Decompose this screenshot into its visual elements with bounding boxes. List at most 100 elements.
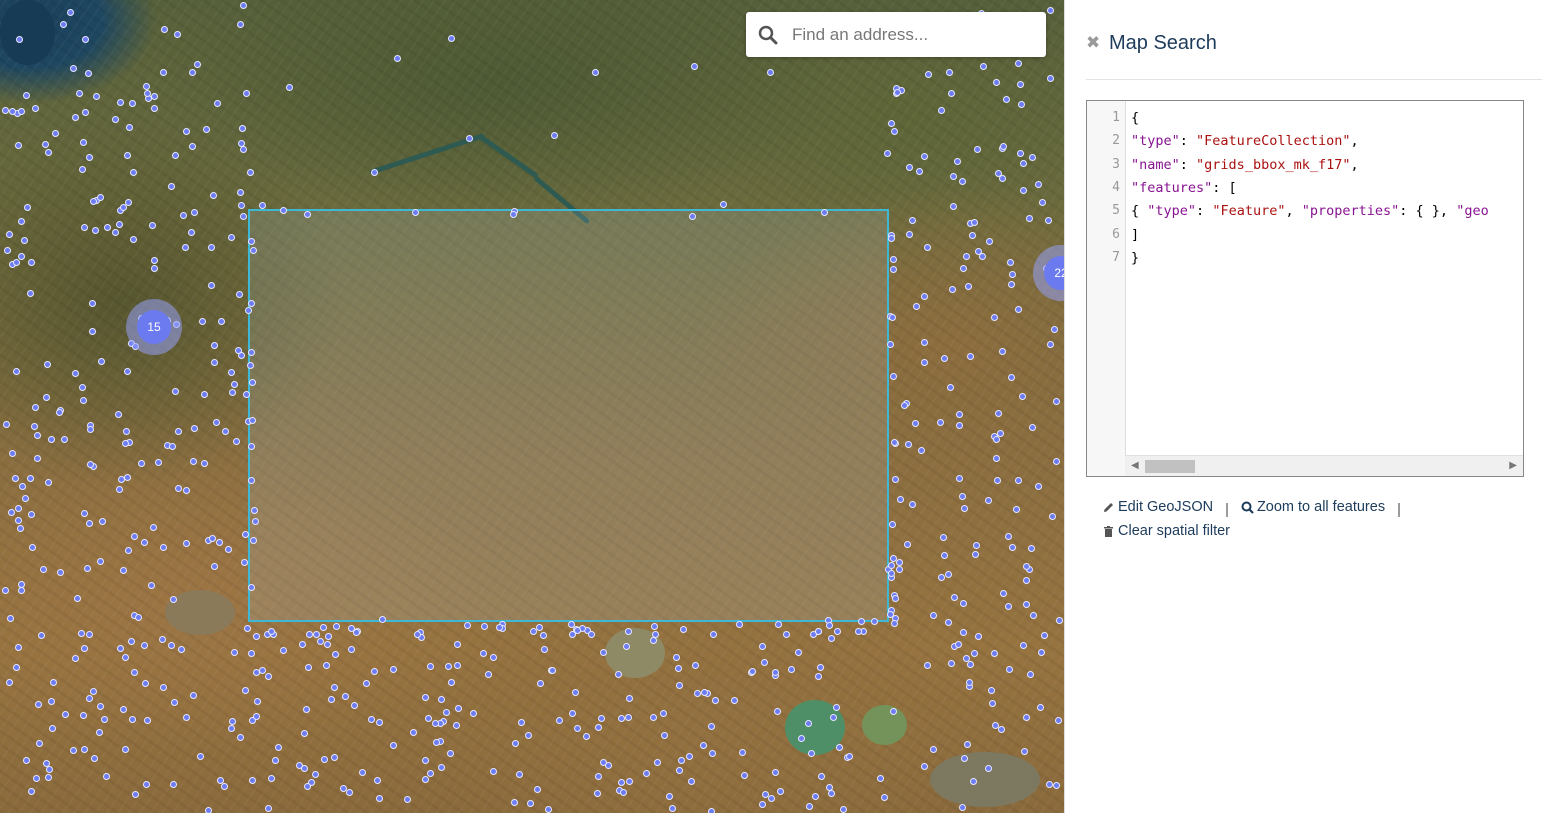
- feature-marker[interactable]: [759, 642, 767, 650]
- feature-marker[interactable]: [993, 78, 1001, 86]
- feature-marker[interactable]: [840, 805, 848, 813]
- feature-marker[interactable]: [1034, 482, 1042, 490]
- feature-marker[interactable]: [432, 738, 440, 746]
- address-search[interactable]: [746, 12, 1046, 57]
- feature-marker[interactable]: [484, 670, 492, 678]
- feature-marker[interactable]: [389, 742, 397, 750]
- feature-marker[interactable]: [967, 352, 974, 360]
- feature-marker[interactable]: [359, 769, 366, 777]
- map-view[interactable]: 15 22: [0, 0, 1064, 813]
- feature-marker[interactable]: [495, 623, 503, 631]
- feature-marker[interactable]: [1020, 641, 1028, 649]
- feature-marker[interactable]: [955, 474, 963, 482]
- feature-marker[interactable]: [828, 635, 835, 643]
- feature-marker[interactable]: [79, 711, 87, 719]
- feature-marker[interactable]: [1005, 532, 1013, 540]
- feature-marker[interactable]: [265, 672, 273, 680]
- feature-marker[interactable]: [920, 292, 928, 300]
- feature-marker[interactable]: [32, 104, 40, 112]
- feature-marker[interactable]: [18, 107, 26, 115]
- feature-marker[interactable]: [1014, 305, 1022, 313]
- feature-marker[interactable]: [984, 764, 992, 772]
- feature-marker[interactable]: [936, 419, 944, 427]
- feature-marker[interactable]: [427, 663, 434, 671]
- feature-marker[interactable]: [890, 373, 898, 381]
- feature-marker[interactable]: [828, 790, 836, 798]
- feature-marker[interactable]: [265, 804, 273, 812]
- feature-marker[interactable]: [72, 370, 80, 378]
- feature-marker[interactable]: [946, 383, 954, 391]
- feature-marker[interactable]: [173, 30, 181, 38]
- feature-marker[interactable]: [247, 168, 255, 176]
- feature-marker[interactable]: [812, 792, 820, 800]
- feature-marker[interactable]: [159, 684, 167, 692]
- feature-marker[interactable]: [958, 492, 966, 500]
- feature-marker[interactable]: [86, 460, 94, 468]
- feature-marker[interactable]: [900, 401, 908, 409]
- feature-marker[interactable]: [1, 107, 9, 115]
- feature-marker[interactable]: [111, 229, 119, 237]
- feature-marker[interactable]: [973, 145, 981, 153]
- feature-marker[interactable]: [81, 644, 89, 652]
- feature-marker[interactable]: [924, 661, 932, 669]
- feature-marker[interactable]: [154, 458, 162, 466]
- feature-marker[interactable]: [970, 650, 978, 658]
- feature-marker[interactable]: [921, 359, 929, 367]
- feature-marker[interactable]: [236, 290, 244, 298]
- feature-marker[interactable]: [692, 662, 700, 670]
- feature-marker[interactable]: [947, 659, 955, 667]
- feature-marker[interactable]: [249, 378, 257, 386]
- feature-marker[interactable]: [116, 98, 124, 106]
- feature-marker[interactable]: [131, 669, 139, 677]
- feature-marker[interactable]: [243, 90, 251, 98]
- feature-marker[interactable]: [124, 474, 132, 482]
- feature-marker[interactable]: [47, 697, 55, 705]
- feature-marker[interactable]: [190, 208, 198, 216]
- feature-marker[interactable]: [1022, 600, 1030, 608]
- feature-marker[interactable]: [182, 540, 190, 548]
- feature-marker[interactable]: [787, 666, 795, 674]
- feature-marker[interactable]: [45, 766, 53, 774]
- feature-marker[interactable]: [79, 165, 87, 173]
- feature-marker[interactable]: [17, 253, 25, 261]
- feature-marker[interactable]: [129, 168, 137, 176]
- feature-marker[interactable]: [38, 632, 46, 640]
- feature-marker[interactable]: [959, 178, 967, 186]
- feature-marker[interactable]: [708, 750, 716, 758]
- feature-marker[interactable]: [134, 614, 142, 622]
- feature-marker[interactable]: [96, 703, 104, 710]
- feature-marker[interactable]: [912, 303, 920, 311]
- feature-marker[interactable]: [1004, 602, 1012, 610]
- feature-marker[interactable]: [81, 746, 89, 754]
- feature-marker[interactable]: [1021, 747, 1029, 755]
- feature-marker[interactable]: [677, 757, 685, 764]
- feature-marker[interactable]: [524, 732, 532, 740]
- feature-marker[interactable]: [1030, 611, 1038, 619]
- feature-marker[interactable]: [258, 202, 266, 210]
- feature-marker[interactable]: [624, 627, 632, 635]
- feature-marker[interactable]: [27, 258, 35, 266]
- feature-marker[interactable]: [739, 749, 747, 757]
- feature-marker[interactable]: [345, 789, 353, 797]
- feature-marker[interactable]: [940, 552, 948, 560]
- feature-marker[interactable]: [171, 151, 179, 159]
- feature-marker[interactable]: [20, 236, 28, 244]
- feature-marker[interactable]: [1022, 714, 1030, 722]
- feature-marker[interactable]: [121, 745, 129, 753]
- scroll-left-icon[interactable]: ◀: [1131, 460, 1139, 471]
- feature-marker[interactable]: [317, 637, 325, 645]
- feature-marker[interactable]: [700, 742, 708, 750]
- feature-marker[interactable]: [858, 617, 866, 625]
- feature-marker[interactable]: [998, 725, 1005, 733]
- feature-marker[interactable]: [81, 224, 89, 232]
- feature-marker[interactable]: [240, 1, 248, 9]
- feature-marker[interactable]: [689, 212, 697, 220]
- feature-marker[interactable]: [275, 743, 283, 751]
- feature-marker[interactable]: [280, 207, 288, 215]
- feature-marker[interactable]: [675, 681, 683, 689]
- feature-marker[interactable]: [617, 715, 625, 723]
- feature-marker[interactable]: [539, 632, 547, 640]
- feature-marker[interactable]: [18, 587, 26, 595]
- feature-marker[interactable]: [615, 671, 623, 679]
- feature-marker[interactable]: [188, 143, 196, 151]
